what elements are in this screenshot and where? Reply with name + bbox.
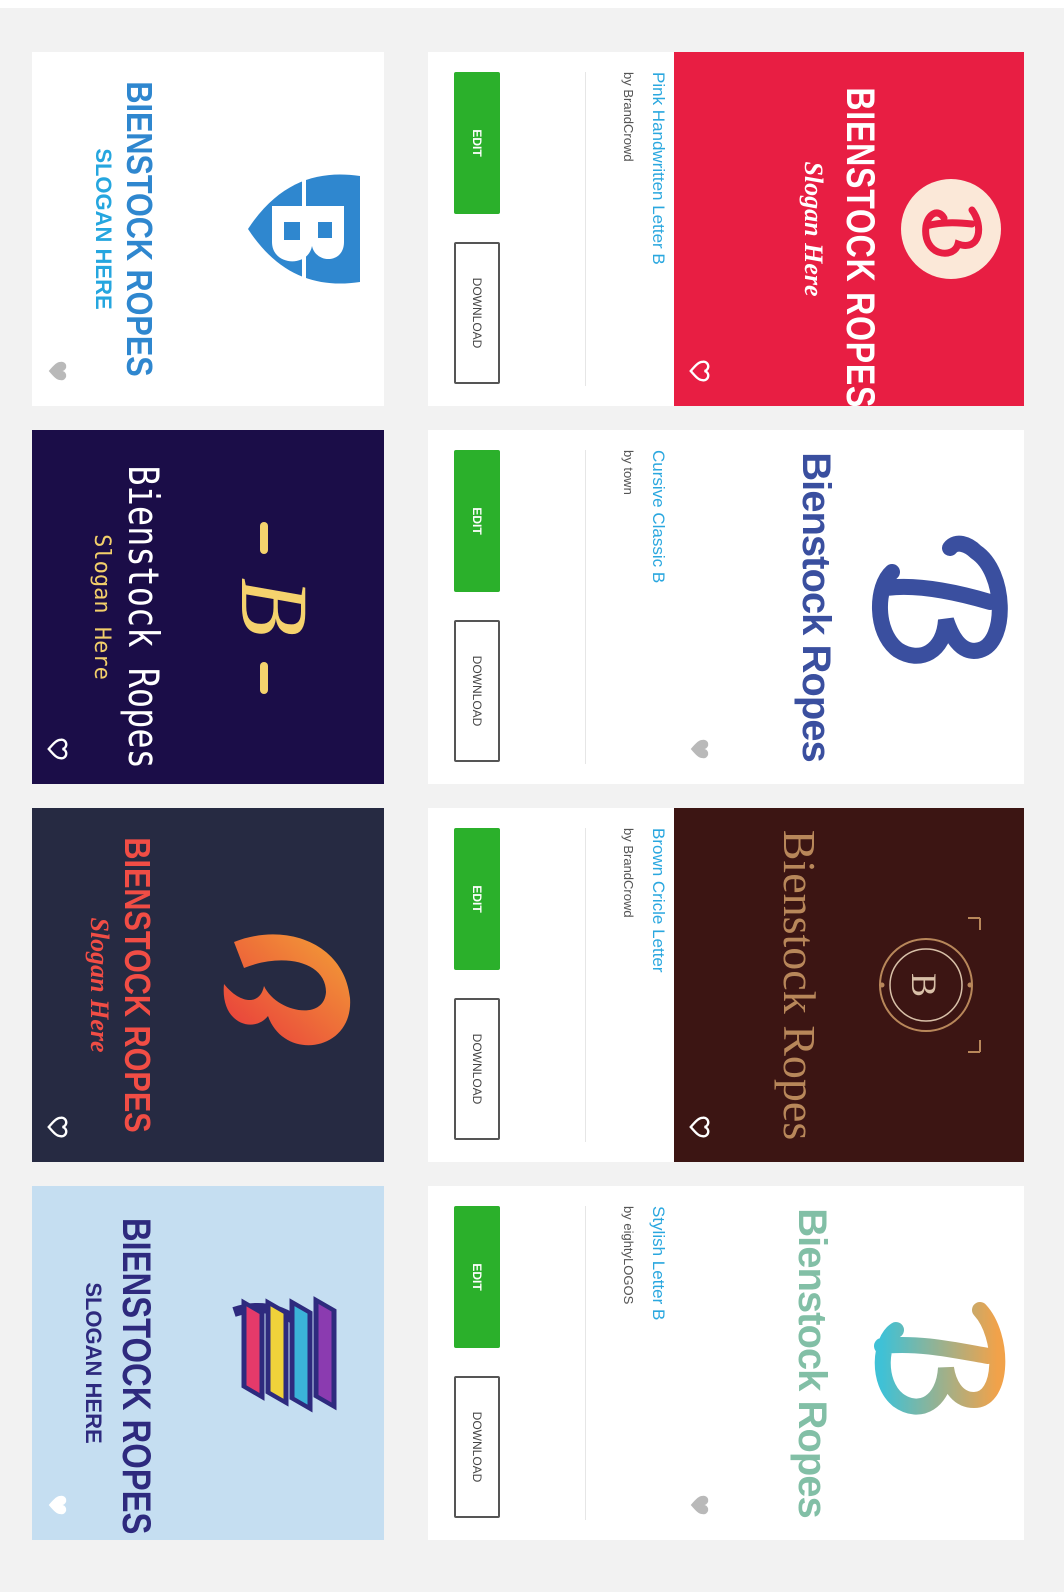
download-button[interactable]: DOWNLOAD: [454, 1376, 500, 1518]
logo-name-link[interactable]: Cursive Classic B: [648, 450, 668, 583]
logo-slogan-text: Slogan Here: [85, 917, 114, 1053]
logo-preview[interactable]: BIENSTOCK ROPES SLOGAN HERE: [32, 52, 384, 406]
logo-info-panel: Stylish Letter B by eightyLOGOS EDIT DOW…: [428, 1186, 674, 1540]
logo-grid-left-column: BIENSTOCK ROPES SLOGAN HERE B Bienstock …: [32, 0, 384, 1592]
cursive-letter-b-icon: [872, 535, 1008, 664]
download-button[interactable]: DOWNLOAD: [454, 998, 500, 1140]
logo-preview[interactable]: Bienstock Ropes: [674, 1186, 1024, 1540]
svg-text:B: B: [904, 973, 944, 997]
logo-card[interactable]: B Bienstock Ropes Slogan Here: [32, 430, 384, 784]
logo-preview[interactable]: B Bienstock Ropes Slogan Here: [32, 430, 384, 784]
logo-brand-text: Bienstock Ropes: [774, 829, 825, 1141]
edit-button[interactable]: EDIT: [454, 1206, 500, 1348]
logo-card[interactable]: BIENSTOCK ROPES Slogan Here: [32, 808, 384, 1162]
logo-card[interactable]: Bienstock Ropes Cursive Classic B by tow…: [428, 430, 1024, 784]
striped-letter-b-icon: [232, 1296, 337, 1413]
logo-slogan-text: Slogan Here: [89, 534, 114, 680]
logo-info-panel: Cursive Classic B by town EDIT DOWNLOAD: [428, 430, 674, 784]
heart-outline-icon[interactable]: [46, 1116, 68, 1138]
logo-preview[interactable]: B Bienstock Ropes: [674, 808, 1024, 1162]
logo-card[interactable]: B Bienstock Ropes Brown Cricle Letter by…: [428, 808, 1024, 1162]
logo-brand-text: BIENSTOCK ROPES: [117, 837, 158, 1133]
logo-card[interactable]: BIENSTOCK ROPES SLOGAN HERE: [32, 1186, 384, 1540]
heart-filled-icon[interactable]: [46, 360, 68, 382]
logo-author: by BrandCrowd: [621, 828, 636, 918]
edit-button[interactable]: EDIT: [454, 828, 500, 970]
logo-brand-text: BIENSTOCK ROPES: [838, 87, 882, 406]
logo-card[interactable]: BIENSTOCK ROPES SLOGAN HERE: [32, 52, 384, 406]
logo-name-link[interactable]: Pink Handwritten Letter B: [648, 72, 668, 265]
heart-outline-icon[interactable]: [688, 1116, 710, 1138]
divider: [585, 828, 586, 1142]
logo-author: by eightyLOGOS: [621, 1206, 636, 1305]
logo-name-link[interactable]: Brown Cricle Letter: [648, 828, 668, 973]
logo-brand-text: Bienstock Ropes: [119, 465, 168, 769]
logo-grid-right-column: BIENSTOCK ROPES Slogan Here Pink Handwri…: [428, 0, 1024, 1592]
logo-brand-text: Bienstock Ropes: [790, 1208, 834, 1518]
flame-letter-b-icon: [223, 934, 351, 1046]
logo-info-panel: Pink Handwritten Letter B by BrandCrowd …: [428, 52, 674, 406]
dash-right: [260, 662, 268, 694]
letter-b-emblem-icon: [901, 179, 1001, 279]
dash-left: [260, 522, 268, 554]
heart-filled-icon[interactable]: [46, 1494, 68, 1516]
heart-outline-icon[interactable]: [46, 738, 68, 760]
logo-brand-text: BIENSTOCK ROPES: [119, 81, 160, 377]
logo-brand-text: Bienstock Ropes: [794, 452, 838, 762]
logo-name-link[interactable]: Stylish Letter B: [648, 1206, 668, 1320]
logo-author: by town: [621, 450, 636, 495]
logo-preview[interactable]: BIENSTOCK ROPES Slogan Here: [674, 52, 1024, 406]
logo-author: by BrandCrowd: [621, 72, 636, 162]
heart-filled-icon[interactable]: [688, 738, 710, 760]
divider: [585, 450, 586, 764]
download-button[interactable]: DOWNLOAD: [454, 242, 500, 384]
heart-outline-icon[interactable]: [688, 360, 710, 382]
heart-filled-icon[interactable]: [688, 1494, 710, 1516]
divider: [585, 72, 586, 386]
logo-preview[interactable]: Bienstock Ropes: [674, 430, 1024, 784]
edit-button[interactable]: EDIT: [454, 72, 500, 214]
edit-button[interactable]: EDIT: [454, 450, 500, 592]
logo-info-panel: Brown Cricle Letter by BrandCrowd EDIT D…: [428, 808, 674, 1162]
divider: [585, 1206, 586, 1520]
logo-letter-mark: B: [221, 577, 328, 637]
circle-letter-b-emblem-icon: B: [879, 917, 981, 1053]
logo-card[interactable]: BIENSTOCK ROPES Slogan Here Pink Handwri…: [428, 52, 1024, 406]
logo-preview[interactable]: BIENSTOCK ROPES SLOGAN HERE: [32, 1186, 384, 1540]
logo-slogan-text: SLOGAN HERE: [91, 148, 116, 310]
logo-card[interactable]: Bienstock Ropes Stylish Letter B by eigh…: [428, 1186, 1024, 1540]
logo-brand-text: BIENSTOCK ROPES: [114, 1217, 158, 1535]
shield-letter-b-icon: [248, 170, 360, 288]
download-button[interactable]: DOWNLOAD: [454, 620, 500, 762]
logo-slogan-text: Slogan Here: [799, 161, 828, 297]
logo-slogan-text: SLOGAN HERE: [81, 1282, 106, 1444]
stylish-letter-b-icon: [874, 1302, 1006, 1415]
logo-preview[interactable]: BIENSTOCK ROPES Slogan Here: [32, 808, 384, 1162]
